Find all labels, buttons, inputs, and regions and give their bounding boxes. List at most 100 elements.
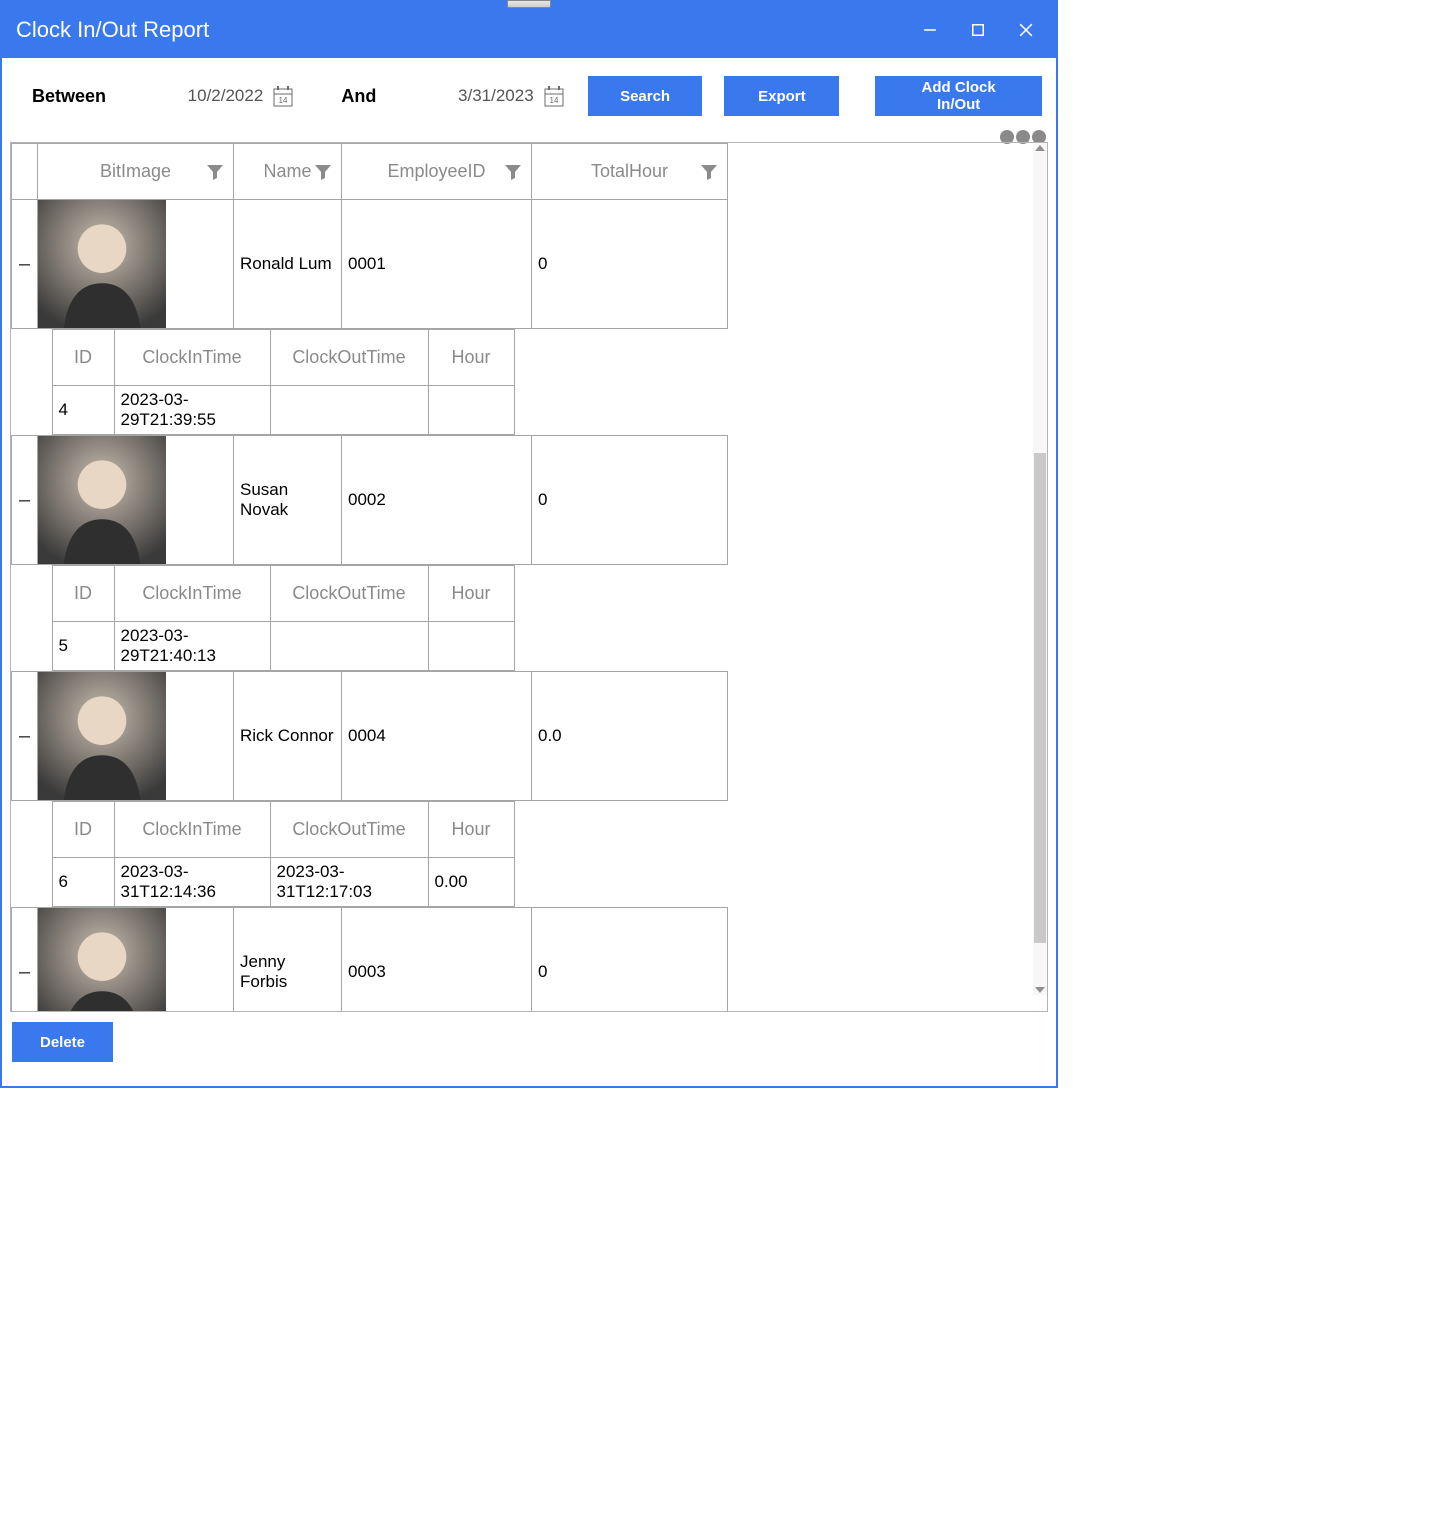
col-employeeid-label: EmployeeID [387,161,485,181]
detail-header-clockin[interactable]: ClockInTime [114,330,270,386]
window: Clock In/Out Report Between 10/2/2022 14 [0,0,1058,1088]
to-date-field[interactable]: 3/31/2023 14 [425,85,564,107]
data-grid: BitImage Name EmployeeID TotalHour [10,142,1048,1012]
detail-header-hour[interactable]: Hour [428,802,514,858]
detail-clockin: 2023-03-29T21:40:13 [114,622,270,671]
window-title: Clock In/Out Report [16,17,209,43]
to-date-value: 3/31/2023 [458,86,534,106]
detail-header-hour[interactable]: Hour [428,330,514,386]
and-label: And [341,86,376,107]
table-row[interactable]: – Susan Novak 0002 0 [12,436,728,565]
cell-employeeid: 0002 [342,436,532,565]
detail-hour [428,386,514,435]
detail-data-row[interactable]: 5 2023-03-29T21:40:13 [52,622,514,671]
detail-row: ID ClockInTime ClockOutTime Hour 4 2023-… [12,329,728,436]
avatar [38,672,166,800]
detail-clockout [270,622,428,671]
detail-table: ID ClockInTime ClockOutTime Hour 5 2023-… [52,565,515,671]
close-button[interactable] [1002,10,1050,50]
filter-icon[interactable] [313,162,333,182]
cell-name: Susan Novak [234,436,342,565]
filter-icon[interactable] [205,162,225,182]
window-controls [906,10,1050,50]
filter-icon[interactable] [699,162,719,182]
expand-toggle[interactable]: – [12,436,38,565]
detail-id: 4 [52,386,114,435]
detail-data-row[interactable]: 4 2023-03-29T21:39:55 [52,386,514,435]
close-icon [1019,23,1033,37]
detail-header-clockout[interactable]: ClockOutTime [270,330,428,386]
cell-employeeid: 0001 [342,200,532,329]
detail-header-clockin[interactable]: ClockInTime [114,802,270,858]
detail-header-id[interactable]: ID [52,566,114,622]
col-bitimage-label: BitImage [100,161,171,181]
maximize-button[interactable] [954,10,1002,50]
calendar-icon: 14 [273,85,293,107]
maximize-icon [971,23,985,37]
detail-table: ID ClockInTime ClockOutTime Hour 4 2023-… [52,329,515,435]
titlebar: Clock In/Out Report [2,2,1056,58]
add-clock-button[interactable]: Add Clock In/Out [875,76,1042,116]
detail-clockout: 2023-03-31T12:17:03 [270,858,428,907]
between-label: Between [32,86,106,107]
detail-header-id[interactable]: ID [52,802,114,858]
col-employeeid-header[interactable]: EmployeeID [342,144,532,200]
col-name-label: Name [263,161,311,181]
cell-employeeid: 0004 [342,672,532,801]
from-date-value: 10/2/2022 [188,86,264,106]
table-row[interactable]: – Rick Connor 0004 0.0 [12,672,728,801]
cell-name: Rick Connor [234,672,342,801]
detail-hour [428,622,514,671]
cell-name: Jenny Forbis [234,908,342,1012]
detail-header-hour[interactable]: Hour [428,566,514,622]
detail-row: ID ClockInTime ClockOutTime Hour 6 2023-… [12,801,728,908]
detail-header-id[interactable]: ID [52,330,114,386]
avatar [38,908,166,1011]
outer-table: BitImage Name EmployeeID TotalHour [11,143,728,1011]
minimize-button[interactable] [906,10,954,50]
detail-data-row[interactable]: 6 2023-03-31T12:14:36 2023-03-31T12:17:0… [52,858,514,907]
export-button[interactable]: Export [724,76,839,116]
expand-toggle[interactable]: – [12,200,38,329]
col-name-header[interactable]: Name [234,144,342,200]
minimize-icon [923,23,937,37]
search-button[interactable]: Search [588,76,703,116]
expand-toggle[interactable]: – [12,672,38,801]
from-date-field[interactable]: 10/2/2022 14 [154,85,293,107]
scroll-thumb[interactable] [1034,453,1046,943]
col-totalhour-header[interactable]: TotalHour [532,144,728,200]
detail-header-clockout[interactable]: ClockOutTime [270,566,428,622]
svg-text:14: 14 [279,96,288,105]
footer: Delete [2,1012,1056,1086]
avatar [38,436,166,564]
cell-employeeid: 0003 [342,908,532,1012]
dock-handle[interactable] [507,0,551,8]
detail-clockin: 2023-03-31T12:14:36 [114,858,270,907]
col-bitimage-header[interactable]: BitImage [38,144,234,200]
detail-header-clockin[interactable]: ClockInTime [114,566,270,622]
cell-name: Ronald Lum [234,200,342,329]
col-totalhour-label: TotalHour [591,161,668,181]
detail-row: ID ClockInTime ClockOutTime Hour 5 2023-… [12,565,728,672]
scroll-down-icon [1035,987,1045,993]
expand-toggle[interactable]: – [12,908,38,1012]
svg-text:14: 14 [549,96,558,105]
table-row[interactable]: – Ronald Lum 0001 0 [12,200,728,329]
cell-totalhour: 0 [532,436,728,565]
scroll-up-icon [1035,145,1045,151]
table-row[interactable]: – Jenny Forbis 0003 0 [12,908,728,1012]
calendar-icon: 14 [544,85,564,107]
detail-id: 6 [52,858,114,907]
detail-table: ID ClockInTime ClockOutTime Hour 6 2023-… [52,801,515,907]
detail-id: 5 [52,622,114,671]
col-expand-header [12,144,38,200]
detail-header-clockout[interactable]: ClockOutTime [270,802,428,858]
cell-totalhour: 0 [532,908,728,1012]
detail-clockout [270,386,428,435]
cell-totalhour: 0 [532,200,728,329]
detail-clockin: 2023-03-29T21:39:55 [114,386,270,435]
avatar [38,200,166,328]
filter-icon[interactable] [503,162,523,182]
vertical-scrollbar[interactable] [1033,143,1047,995]
delete-button[interactable]: Delete [12,1022,113,1062]
